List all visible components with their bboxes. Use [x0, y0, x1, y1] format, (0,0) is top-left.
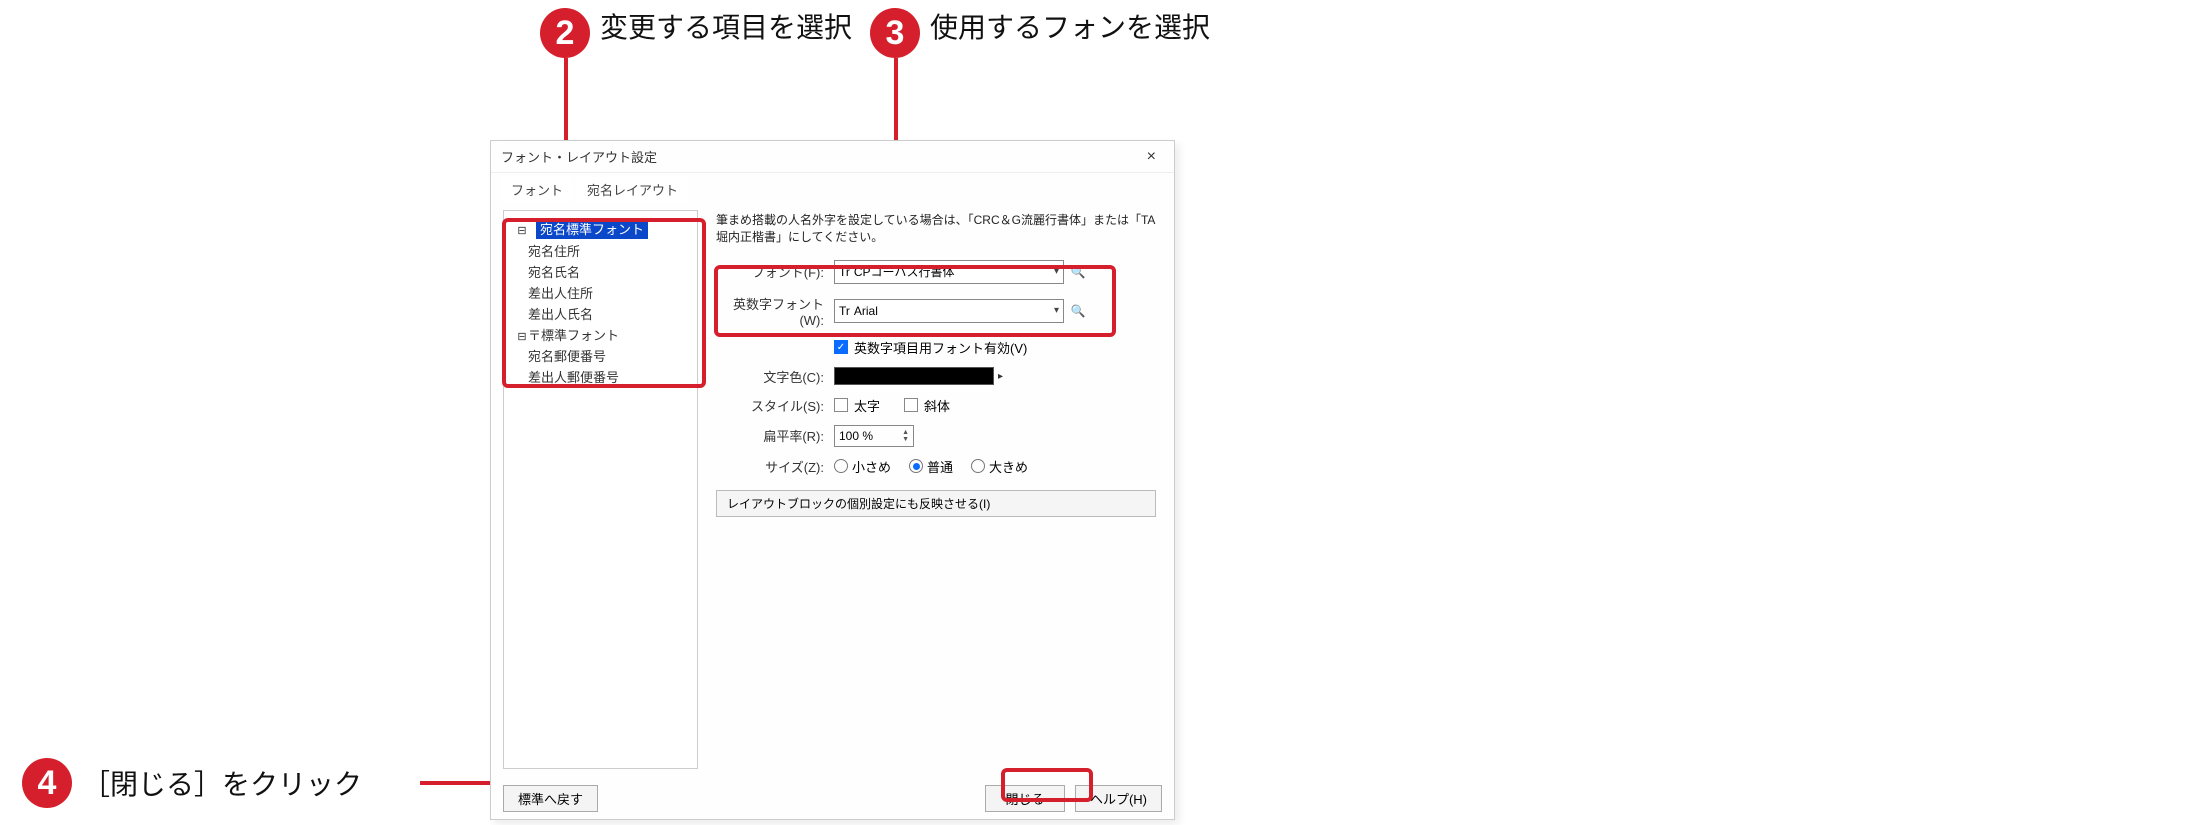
label-size-normal: 普通 [927, 457, 953, 476]
callout-4-text: ［閉じる］をクリック [82, 758, 362, 804]
font-layout-dialog: フォント・レイアウト設定 × フォント 宛名レイアウト ⊟ 宛名標準フォント 宛名… [490, 140, 1175, 820]
bold-checkbox[interactable]: ✓ [834, 398, 848, 412]
font-icon: Tr [839, 265, 850, 279]
tree-root-atesaki[interactable]: ⊟ 宛名標準フォント [508, 217, 693, 240]
label-size-small: 小さめ [852, 457, 891, 476]
close-icon[interactable]: × [1139, 146, 1164, 168]
close-button[interactable]: 閉じる [985, 785, 1065, 812]
italic-checkbox[interactable]: ✓ [904, 398, 918, 412]
label-font: フォント(F): [716, 262, 834, 281]
tree-collapse-icon[interactable]: ⊟ [516, 224, 528, 237]
size-small-radio[interactable] [834, 459, 848, 473]
label-alnum-font: 英数字フォント(W): [716, 294, 834, 328]
font-tree[interactable]: ⊟ 宛名標準フォント 宛名住所 宛名氏名 差出人住所 差出人氏名 ⊟〒標準フォント… [503, 210, 698, 769]
hint-text: 筆まめ搭載の人名外字を設定している場合は、「CRC＆G流麗行書体」または「TA堀… [716, 212, 1156, 246]
callout-4-badge: 4 [22, 758, 72, 808]
tree-item-sender-name[interactable]: 差出人氏名 [508, 303, 693, 324]
tree-item-sender-addr[interactable]: 差出人住所 [508, 282, 693, 303]
tree-item-addr[interactable]: 宛名住所 [508, 240, 693, 261]
tree-collapse-icon[interactable]: ⊟ [516, 330, 528, 343]
size-large-radio[interactable] [971, 459, 985, 473]
font-search-icon[interactable]: 🔍 [1068, 262, 1088, 282]
help-button[interactable]: ヘルプ(H) [1075, 785, 1162, 812]
label-italic: 斜体 [924, 396, 950, 415]
color-swatch[interactable] [834, 367, 994, 385]
label-bold: 太字 [854, 396, 880, 415]
color-dropdown-icon[interactable]: ▸ [998, 371, 1003, 382]
callout-2-badge: 2 [540, 8, 590, 58]
flatten-spinner[interactable]: 100 % ▲▼ [834, 425, 914, 447]
label-size-large: 大きめ [989, 457, 1028, 476]
alnum-font-value: Arial [854, 304, 878, 318]
alnum-enable-checkbox[interactable]: ✓ [834, 340, 848, 354]
label-color: 文字色(C): [716, 367, 834, 386]
spinner-buttons[interactable]: ▲▼ [902, 429, 909, 443]
tab-layout[interactable]: 宛名レイアウト [577, 177, 688, 202]
reset-button[interactable]: 標準へ戻す [503, 785, 598, 812]
alnum-font-combo[interactable]: Tr Arial ▾ [834, 299, 1064, 323]
dialog-title: フォント・レイアウト設定 [501, 147, 1139, 166]
label-flatten: 扁平率(R): [716, 426, 834, 445]
tree-item-sender-zip[interactable]: 差出人郵便番号 [508, 366, 693, 387]
callout-3-text: 使用するフォンを選択 [930, 8, 1210, 47]
tree-item-name[interactable]: 宛名氏名 [508, 261, 693, 282]
dialog-footer: 標準へ戻す 閉じる ヘルプ(H) [491, 777, 1174, 822]
label-alnum-enable: 英数字項目用フォント有効(V) [854, 338, 1027, 357]
tree-item-zip[interactable]: 宛名郵便番号 [508, 345, 693, 366]
callout-3-badge: 3 [870, 8, 920, 58]
chevron-down-icon[interactable]: ▾ [1054, 305, 1059, 316]
tree-root-zip[interactable]: ⊟〒標準フォント [508, 324, 693, 345]
label-style: スタイル(S): [716, 396, 834, 415]
size-normal-radio[interactable] [909, 459, 923, 473]
dialog-titlebar: フォント・レイアウト設定 × [491, 141, 1174, 173]
settings-panel: 筆まめ搭載の人名外字を設定している場合は、「CRC＆G流麗行書体」または「TA堀… [710, 210, 1162, 769]
font-value: CPコーバス行書体 [854, 263, 955, 280]
dialog-body: ⊟ 宛名標準フォント 宛名住所 宛名氏名 差出人住所 差出人氏名 ⊟〒標準フォント… [491, 202, 1174, 777]
tree-item-root-selected[interactable]: 宛名標準フォント [536, 218, 648, 239]
callout-2-text: 変更する項目を選択 [600, 8, 852, 47]
label-size: サイズ(Z): [716, 457, 834, 476]
chevron-down-icon[interactable]: ▾ [1054, 266, 1059, 277]
apply-to-layout-button[interactable]: レイアウトブロックの個別設定にも反映させる(I) [716, 490, 1156, 517]
tab-font[interactable]: フォント [501, 177, 573, 202]
font-combo[interactable]: Tr CPコーバス行書体 ▾ [834, 260, 1064, 284]
flatten-value: 100 % [839, 429, 873, 443]
tabs: フォント 宛名レイアウト [491, 173, 1174, 202]
font-icon: Tr [839, 304, 850, 318]
alnum-font-search-icon[interactable]: 🔍 [1068, 301, 1088, 321]
